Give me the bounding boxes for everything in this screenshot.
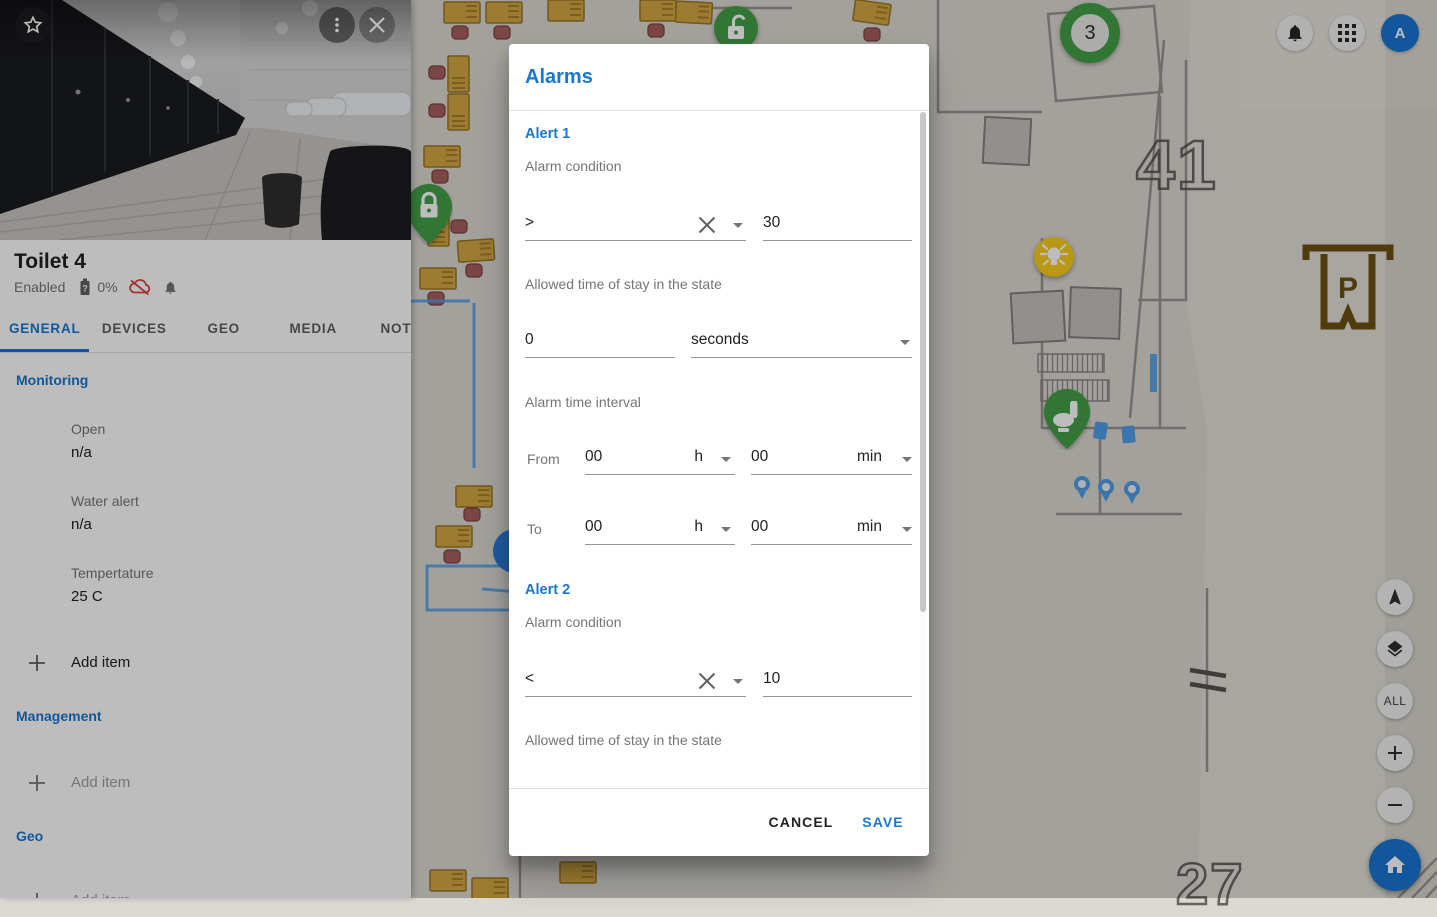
alert2-condition-label: Alarm condition <box>525 614 622 630</box>
alert2-title: Alert 2 <box>525 582 570 598</box>
from-minutes-select[interactable]: 00 min <box>751 446 912 475</box>
alert2-threshold-input[interactable]: 10 <box>763 668 912 697</box>
dialog-title: Alarms <box>525 66 593 89</box>
alert1-threshold-input[interactable]: 30 <box>763 212 912 241</box>
dropdown-caret-icon <box>721 457 731 462</box>
to-label: To <box>527 521 542 537</box>
clear-icon[interactable] <box>697 215 717 240</box>
footer-divider <box>509 788 929 789</box>
alert1-operator-select[interactable]: > <box>525 212 746 241</box>
alert2-operator-select[interactable]: < <box>525 668 746 697</box>
scrollbar-thumb[interactable] <box>920 112 926 612</box>
dropdown-caret-icon <box>733 223 743 228</box>
dropdown-caret-icon <box>902 457 912 462</box>
alarms-dialog: Alarms Alert 1 Alarm condition > 30 Allo… <box>509 44 929 856</box>
dropdown-caret-icon <box>902 527 912 532</box>
from-label: From <box>527 451 560 467</box>
cancel-button[interactable]: CANCEL <box>752 804 850 840</box>
alert1-title: Alert 1 <box>525 126 570 142</box>
to-hours-select[interactable]: 00 h <box>585 516 735 545</box>
alert1-condition-label: Alarm condition <box>525 158 622 174</box>
to-minutes-select[interactable]: 00 min <box>751 516 912 545</box>
header-divider <box>509 110 929 111</box>
alert1-stay-label: Allowed time of stay in the state <box>525 276 722 292</box>
save-button[interactable]: SAVE <box>850 804 916 840</box>
alert1-stay-unit-select[interactable]: seconds <box>691 329 912 358</box>
dropdown-caret-icon <box>721 527 731 532</box>
dropdown-caret-icon <box>733 679 743 684</box>
clear-icon[interactable] <box>697 671 717 696</box>
alert1-stay-value-input[interactable]: 0 <box>525 329 675 358</box>
alert1-interval-label: Alarm time interval <box>525 394 641 410</box>
dropdown-caret-icon <box>900 340 910 345</box>
from-hours-select[interactable]: 00 h <box>585 446 735 475</box>
alert2-stay-label: Allowed time of stay in the state <box>525 732 722 748</box>
